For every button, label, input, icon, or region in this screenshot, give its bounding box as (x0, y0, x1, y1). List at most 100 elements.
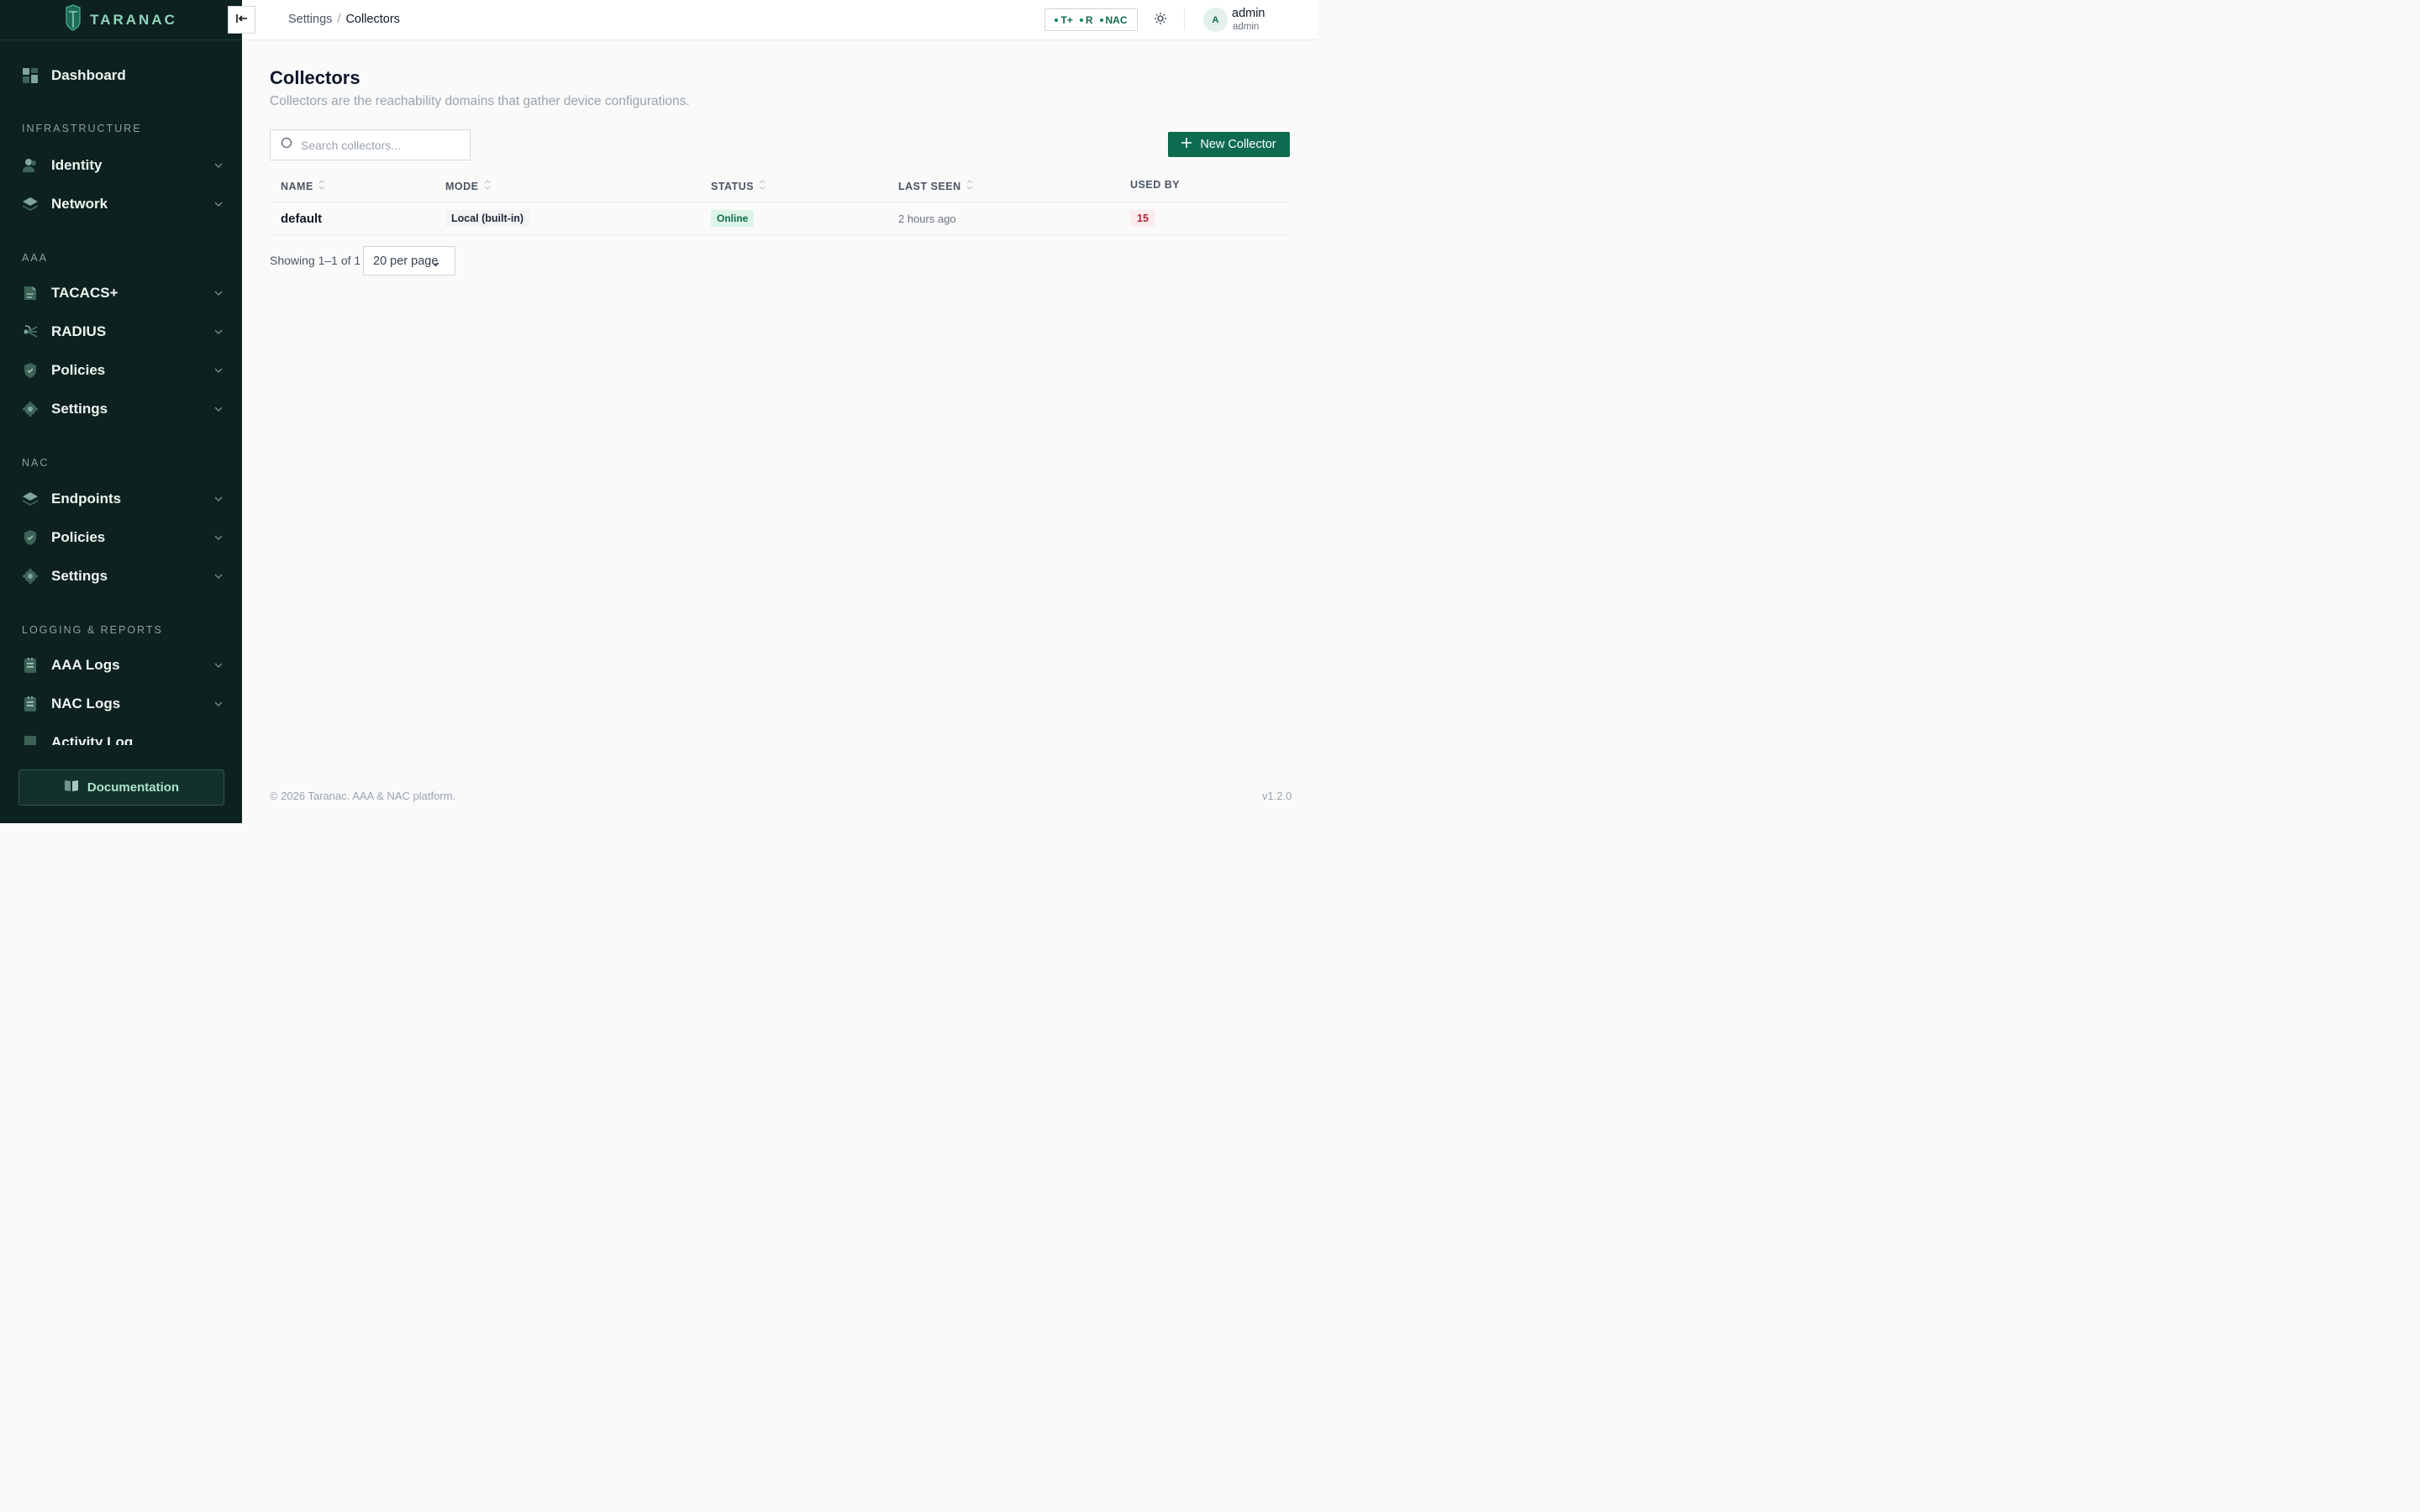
sidebar-nav[interactable]: Dashboard INFRASTRUCTURE Identity Networ… (0, 41, 242, 745)
sidebar-item-label: Settings (51, 568, 108, 584)
users-icon (22, 157, 39, 174)
chevron-down-icon (213, 288, 224, 298)
collector-name[interactable]: default (281, 211, 322, 226)
theme-toggle-button[interactable] (1152, 12, 1169, 29)
collapse-left-icon (235, 13, 248, 28)
log-icon (22, 696, 39, 712)
sidebar-item-radius[interactable]: RADIUS (22, 319, 224, 344)
table-row-divider (270, 234, 1290, 235)
plus-icon (1181, 138, 1192, 151)
sidebar-item-network[interactable]: Network (22, 192, 224, 217)
sidebar-item-nac-policies[interactable]: Policies (22, 525, 224, 550)
chevron-down-icon (432, 257, 439, 270)
service-tacacs-status: T+ (1055, 14, 1073, 26)
documentation-button[interactable]: Documentation (18, 769, 224, 806)
sidebar-item-nac-settings[interactable]: Settings (22, 564, 224, 589)
dashboard-icon (22, 67, 39, 84)
header-divider (1184, 9, 1185, 30)
per-page-select[interactable]: 20 per page (363, 246, 455, 276)
section-label-infrastructure: INFRASTRUCTURE (22, 123, 142, 134)
search-input[interactable] (301, 138, 460, 152)
sidebar-item-label: Network (51, 196, 108, 212)
footer-version: v1.2.0 (1262, 790, 1292, 802)
log-icon (22, 657, 39, 674)
shield-logo-icon (65, 4, 82, 35)
sidebar-item-dashboard[interactable]: Dashboard (22, 63, 224, 88)
breadcrumb: Settings / Collectors (288, 13, 400, 26)
column-header-status[interactable]: STATUS (711, 179, 765, 193)
sort-icon (318, 179, 325, 193)
sidebar-item-aaa-logs[interactable]: AAA Logs (22, 653, 224, 678)
new-collector-label: New Collector (1200, 138, 1276, 151)
sidebar-item-nac-logs[interactable]: NAC Logs (22, 691, 224, 717)
status-dot-icon (1079, 18, 1083, 23)
collapse-sidebar-button[interactable] (228, 6, 255, 34)
chevron-down-icon (213, 494, 224, 504)
sidebar-item-aaa-settings[interactable]: Settings (22, 396, 224, 422)
sort-icon (484, 179, 491, 193)
user-name[interactable]: admin (1232, 7, 1265, 20)
document-icon (22, 285, 39, 302)
sidebar-item-label: Policies (51, 529, 106, 545)
chevron-down-icon (213, 199, 224, 209)
gear-icon (22, 401, 39, 417)
sidebar-item-label: Endpoints (51, 491, 122, 507)
used-by-cell: 15 (1130, 210, 1155, 227)
column-header-last-seen[interactable]: LAST SEEN (898, 179, 973, 193)
avatar[interactable]: A (1203, 8, 1228, 32)
footer-copyright: © 2026 Taranac. AAA & NAC platform. (270, 790, 456, 802)
sidebar-item-label: RADIUS (51, 323, 107, 339)
documentation-label: Documentation (87, 780, 180, 795)
section-label-logging: LOGGING & REPORTS (22, 624, 163, 636)
top-header: Settings / Collectors T+ R NAC A admin a… (228, 0, 1318, 40)
breadcrumb-current: Collectors (345, 13, 400, 26)
breadcrumb-parent[interactable]: Settings (288, 13, 332, 26)
gear-icon (22, 568, 39, 585)
sun-icon (1154, 12, 1167, 29)
sidebar-item-label: Policies (51, 362, 106, 378)
activity-icon (22, 734, 39, 745)
radius-icon (22, 323, 39, 340)
service-status-chip[interactable]: T+ R NAC (1044, 8, 1138, 31)
mode-cell: Local (built-in) (445, 210, 530, 227)
status-cell: Online (711, 210, 755, 227)
brand[interactable]: TARANAC (0, 0, 242, 40)
status-dot-icon (1099, 18, 1103, 23)
new-collector-button[interactable]: New Collector (1168, 132, 1290, 157)
section-label-aaa: AAA (22, 252, 49, 264)
column-header-mode[interactable]: MODE (445, 179, 491, 193)
search-icon (281, 137, 292, 153)
page-title: Collectors (270, 67, 360, 88)
book-icon (64, 779, 79, 796)
sidebar-item-label: NAC Logs (51, 696, 121, 711)
chevron-down-icon (213, 533, 224, 543)
last-seen-cell: 2 hours ago (898, 212, 956, 225)
column-header-name[interactable]: NAME (281, 179, 325, 193)
sort-icon (759, 179, 765, 193)
sidebar-item-label: Settings (51, 401, 108, 417)
sidebar-item-endpoints[interactable]: Endpoints (22, 486, 224, 512)
breadcrumb-separator: / (337, 13, 341, 26)
status-badge: Online (711, 210, 755, 227)
sidebar-item-label: AAA Logs (51, 657, 120, 673)
search-box[interactable] (270, 129, 471, 160)
sidebar-item-identity[interactable]: Identity (22, 153, 224, 178)
service-radius-status: R (1079, 14, 1093, 26)
sort-icon (966, 179, 973, 193)
user-role: admin (1233, 22, 1260, 32)
column-header-used-by: USED BY (1130, 179, 1181, 191)
shield-check-icon (22, 362, 39, 379)
per-page-value: 20 per page (373, 254, 439, 268)
pagination-summary: Showing 1–1 of 1 (270, 254, 361, 267)
sidebar-item-activity-log[interactable]: Activity Log (22, 730, 224, 745)
sidebar-item-aaa-policies[interactable]: Policies (22, 358, 224, 383)
status-dot-icon (1055, 18, 1059, 23)
sidebar: TARANAC Dashboard INFRASTRUCTURE Identit… (0, 0, 242, 823)
layers-icon (22, 196, 39, 213)
shield-check-icon (22, 529, 39, 546)
used-by-badge[interactable]: 15 (1130, 210, 1155, 227)
service-nac-status: NAC (1099, 14, 1128, 26)
page-subtitle: Collectors are the reachability domains … (270, 94, 690, 108)
sidebar-item-tacacs[interactable]: TACACS+ (22, 281, 224, 306)
chevron-down-icon (213, 660, 224, 670)
